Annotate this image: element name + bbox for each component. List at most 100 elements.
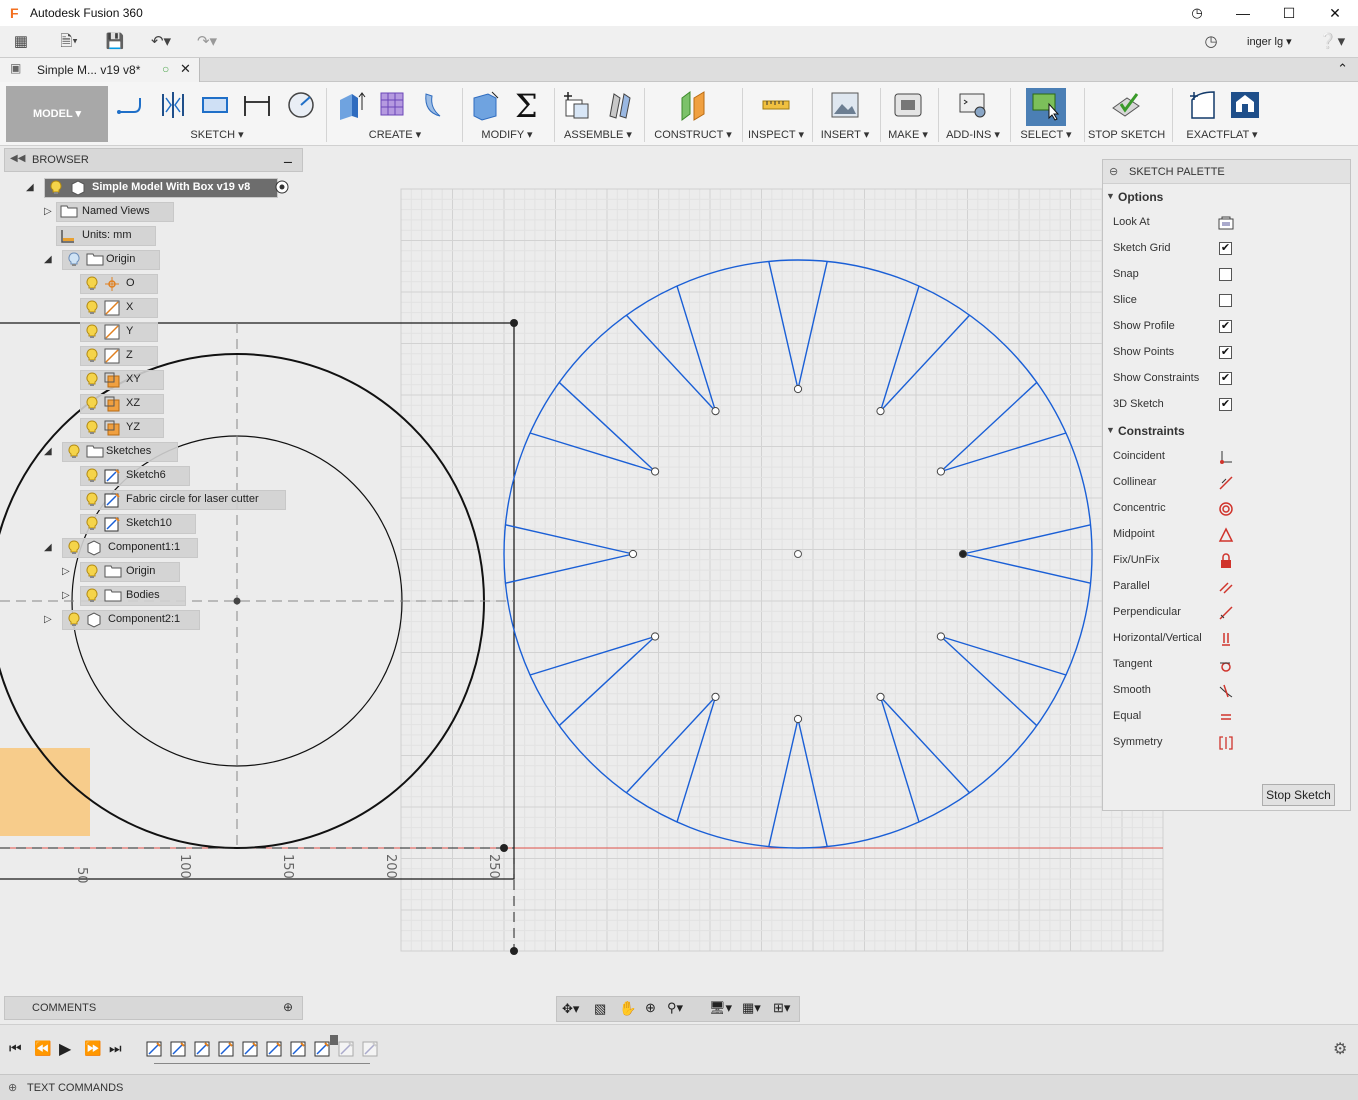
midpoint-constraint-icon[interactable] (1218, 527, 1234, 546)
workspace-switcher[interactable]: MODEL ▾ (6, 86, 108, 142)
timeline-move-feature-icon[interactable] (266, 1041, 282, 1057)
assemble-group-label[interactable]: ASSEMBLE ▾ (558, 128, 638, 141)
stop-sketch-label[interactable]: STOP SKETCH (1088, 129, 1165, 141)
fit-icon[interactable]: ⚲▾ (667, 1000, 683, 1016)
timeline-component-feature-icon[interactable] (338, 1041, 354, 1057)
timeline-first-icon[interactable]: ⏮ (9, 1040, 22, 1057)
timeline-extrude-feature-icon[interactable] (170, 1041, 186, 1057)
palette-collapse-icon[interactable]: ⊖ (1109, 165, 1118, 178)
visibility-bulb-icon[interactable] (68, 612, 80, 626)
visibility-bulb-icon[interactable] (86, 588, 98, 602)
browser-panel-header[interactable]: ◀◀ BROWSER ⚊ (4, 148, 303, 172)
revolve-icon[interactable] (420, 90, 450, 120)
checkbox-show-profile[interactable]: ✔ (1219, 320, 1232, 333)
sketch-group-label[interactable]: SKETCH ▾ (112, 128, 322, 141)
assemble-group[interactable]: ASSEMBLE ▾ (558, 86, 638, 144)
exactflat-group-label[interactable]: EXACTFLAT ▾ (1178, 128, 1266, 141)
smooth-constraint-icon[interactable] (1218, 683, 1234, 702)
compute-all-sigma-icon[interactable]: Σ (512, 87, 542, 125)
zoom-icon[interactable]: ⊕ (645, 1000, 656, 1016)
close-window-button[interactable]: ✕ (1312, 0, 1358, 26)
timeline-sketch-feature-icon[interactable] (218, 1041, 234, 1057)
constraint-midpoint[interactable]: Midpoint (1113, 528, 1155, 540)
horizontal-vertical-constraint-icon[interactable] (1218, 631, 1234, 650)
make-group[interactable]: MAKE ▾ (884, 86, 932, 144)
sketch-point[interactable] (793, 384, 803, 394)
parallel-constraint-icon[interactable] (1218, 579, 1234, 598)
checkbox-3d-sketch[interactable]: ✔ (1219, 398, 1232, 411)
form-icon[interactable] (378, 90, 408, 120)
modify-group-label[interactable]: MODIFY ▾ (466, 128, 548, 141)
expand-arrow-icon[interactable]: ▷ (62, 566, 74, 578)
create-group-label[interactable]: CREATE ▾ (332, 128, 458, 141)
visibility-bulb-icon[interactable] (86, 276, 98, 290)
sketch-point[interactable] (793, 714, 803, 724)
timeline-last-icon[interactable]: ⏭ (109, 1040, 122, 1057)
close-tab-icon[interactable]: ✕ (180, 61, 191, 77)
checkbox-slice[interactable] (1219, 294, 1232, 307)
save-icon[interactable]: 💾 (104, 31, 126, 53)
visibility-bulb-icon[interactable] (68, 444, 80, 458)
timeline-settings-gear-icon[interactable]: ⚙ (1333, 1039, 1347, 1059)
constraint-smooth[interactable]: Smooth (1113, 684, 1151, 696)
text-commands-bar[interactable]: ⊕ TEXT COMMANDS (0, 1074, 1358, 1100)
symmetry-constraint-icon[interactable] (1218, 735, 1234, 754)
pan-hand-icon[interactable]: ✋ (619, 1000, 636, 1017)
make-group-label[interactable]: MAKE ▾ (884, 128, 932, 141)
visibility-bulb-icon[interactable] (86, 372, 98, 386)
expand-text-commands-icon[interactable]: ⊕ (8, 1081, 17, 1094)
constraint-tangent[interactable]: Tangent (1113, 658, 1152, 670)
press-pull-icon[interactable] (470, 90, 500, 121)
collapse-arrow-icon[interactable]: ◢ (26, 182, 38, 194)
stop-sketch-group[interactable]: STOP SKETCH (1088, 86, 1165, 144)
insert-image-icon[interactable] (830, 90, 860, 120)
constraint-equal[interactable]: Equal (1113, 710, 1141, 722)
fix-unfix-constraint-icon[interactable] (1218, 553, 1234, 572)
modify-group[interactable]: Σ MODIFY ▾ (466, 86, 548, 144)
construct-group-label[interactable]: CONSTRUCT ▾ (650, 128, 736, 141)
comments-panel[interactable]: COMMENTS ⊕ (4, 996, 303, 1020)
checkbox-sketch-grid[interactable]: ✔ (1219, 242, 1232, 255)
data-panel-grid-icon[interactable]: ▦ (10, 31, 32, 53)
circle-tool-icon[interactable] (286, 90, 316, 120)
look-at-icon[interactable] (1218, 215, 1234, 234)
center-point[interactable] (794, 550, 802, 558)
measure-icon[interactable] (761, 90, 791, 120)
addins-group[interactable]: ADD-INS ▾ (942, 86, 1004, 144)
viewports-icon[interactable]: ⊞▾ (773, 1000, 790, 1016)
coincident-constraint-icon[interactable] (1218, 449, 1234, 468)
select-group-label[interactable]: SELECT ▾ (1014, 128, 1078, 141)
expand-arrow-icon[interactable]: ▷ (44, 614, 56, 626)
visibility-bulb-icon[interactable] (68, 252, 80, 266)
visibility-bulb-icon[interactable] (86, 420, 98, 434)
constraint-perpendicular[interactable]: Perpendicular (1113, 606, 1181, 618)
scripts-addins-icon[interactable] (958, 90, 988, 120)
exactflat-panel-icon[interactable] (1188, 90, 1218, 120)
timeline-marker[interactable] (330, 1035, 338, 1045)
constraint-symmetry[interactable]: Symmetry (1113, 736, 1163, 748)
sketch-point[interactable] (876, 407, 885, 416)
timeline-sketch-feature-icon[interactable] (314, 1041, 330, 1057)
stop-sketch-icon[interactable] (1111, 90, 1141, 120)
timeline-component-copy-feature-icon[interactable] (362, 1041, 378, 1057)
options-expanded-arrow-icon[interactable]: ▼ (1106, 191, 1115, 201)
extrude-icon[interactable] (336, 90, 366, 120)
addins-group-label[interactable]: ADD-INS ▾ (942, 128, 1004, 141)
stop-sketch-button[interactable]: Stop Sketch (1262, 784, 1335, 806)
help-icon[interactable]: ❔▾ (1316, 31, 1348, 53)
collapse-arrow-icon[interactable]: ◢ (44, 542, 56, 554)
sketch-point[interactable] (711, 692, 720, 701)
construct-group[interactable]: CONSTRUCT ▾ (650, 86, 736, 144)
visibility-bulb-icon[interactable] (86, 300, 98, 314)
sketch-point[interactable] (651, 467, 660, 476)
minimize-button[interactable]: — (1220, 0, 1266, 26)
sketch-group[interactable]: SKETCH ▾ (112, 86, 322, 144)
job-status-clock-icon[interactable]: ◷ (1200, 31, 1222, 53)
orange-body[interactable] (0, 748, 90, 836)
collinear-constraint-icon[interactable] (1218, 475, 1234, 494)
visibility-bulb-icon[interactable] (86, 396, 98, 410)
expand-arrow-icon[interactable]: ▷ (44, 206, 56, 218)
offset-plane-icon[interactable] (678, 90, 708, 121)
sketch-point[interactable] (651, 632, 660, 641)
undo-icon[interactable]: ↶▾ (144, 31, 178, 53)
